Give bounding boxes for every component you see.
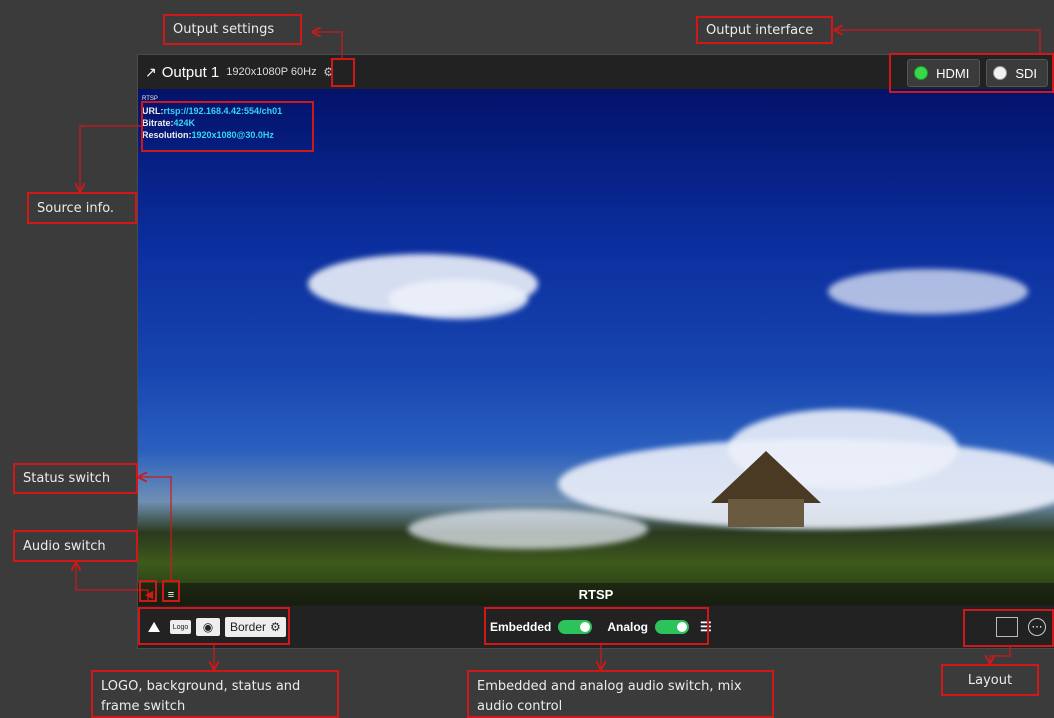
source-resolution-row: Resolution:1920x1080@30.0Hz xyxy=(142,129,282,141)
layout-single-icon[interactable] xyxy=(996,617,1018,637)
background-image-icon[interactable]: ⛰ xyxy=(143,617,165,637)
callout-display-tools-text: LOGO, background, status and frame switc… xyxy=(101,677,300,717)
cloud xyxy=(388,279,528,319)
cloud xyxy=(408,509,648,549)
callout-audio-tools-text: Embedded and analog audio switch, mix au… xyxy=(477,677,742,717)
output-resolution: 1920x1080P 60Hz xyxy=(226,66,317,78)
source-bitrate-row: Bitrate:424K xyxy=(142,117,282,129)
output-panel: ↗︎ Output 1 1920x1080P 60Hz ⚙ HDMI SDI R… xyxy=(137,54,1054,649)
source-bitrate: 424K xyxy=(173,118,196,128)
sdi-button[interactable]: SDI xyxy=(986,59,1048,87)
audio-speaker-icon[interactable]: ◀ xyxy=(143,589,155,601)
callout-display-tools-line1: LOGO, background, status and xyxy=(101,679,301,694)
connector-source-info xyxy=(80,125,141,190)
analog-audio-toggle[interactable] xyxy=(655,620,690,634)
embedded-audio-toggle[interactable] xyxy=(558,620,593,634)
callout-status-switch: Status switch xyxy=(13,463,138,494)
source-resolution-label: Resolution: xyxy=(142,130,192,140)
callout-audio-tools-line1: Embedded and analog audio switch, mix xyxy=(477,679,742,694)
output-external-icon[interactable]: ↗︎ xyxy=(145,64,157,81)
callout-source-info: Source info. xyxy=(27,192,137,224)
source-bitrate-label: Bitrate: xyxy=(142,118,174,128)
callout-audio-tools: Embedded and analog audio switch, mix au… xyxy=(467,670,774,718)
hdmi-label: HDMI xyxy=(936,65,970,81)
output-settings-gear-icon[interactable]: ⚙ xyxy=(322,65,336,79)
source-url: rtsp://192.168.4.42:554/ch01 xyxy=(163,106,283,116)
hdmi-button[interactable]: HDMI xyxy=(907,59,981,87)
output-title: Output 1 xyxy=(161,63,220,81)
callout-display-tools: LOGO, background, status and frame switc… xyxy=(91,670,339,718)
connector-layout xyxy=(990,647,1011,662)
hut-body xyxy=(728,499,804,527)
audio-tools: Embedded Analog ☰ xyxy=(490,619,712,635)
source-type-small: RTSP xyxy=(142,96,158,102)
border-gear-icon: ⚙ xyxy=(270,620,281,634)
source-url-row: URL:rtsp://192.168.4.42:554/ch01 xyxy=(142,105,282,117)
layout-tools: ⋯ xyxy=(996,617,1046,637)
cloud xyxy=(828,269,1028,314)
video-preview[interactable]: RTSP URL:rtsp://192.168.4.42:554/ch01 Bi… xyxy=(138,89,1054,605)
callout-audio-switch: Audio switch xyxy=(13,530,138,562)
source-type-bar: RTSP xyxy=(138,583,1054,605)
source-type-label: RTSP xyxy=(578,586,614,602)
source-info: RTSP URL:rtsp://192.168.4.42:554/ch01 Bi… xyxy=(142,93,282,141)
hdmi-status-dot xyxy=(914,66,929,80)
status-list-icon[interactable]: ≡ xyxy=(165,589,177,601)
hut-roof xyxy=(711,451,821,503)
output-toolbar: ⛰ Logo ◉ Border ⚙ Embedded Analog ☰ ⋯ xyxy=(138,606,1054,648)
display-tools: ⛰ Logo ◉ Border ⚙ xyxy=(143,617,286,637)
source-url-label: URL: xyxy=(142,106,164,116)
callout-layout: Layout xyxy=(941,664,1039,696)
callout-audio-tools-line2: audio control xyxy=(477,699,563,714)
more-options-icon[interactable]: ⋯ xyxy=(1028,618,1046,636)
border-button[interactable]: Border ⚙ xyxy=(225,617,286,637)
callout-output-settings: Output settings xyxy=(163,14,302,45)
output-title-group: ↗︎ Output 1 1920x1080P 60Hz ⚙ xyxy=(145,64,336,81)
embedded-label: Embedded xyxy=(490,620,552,634)
callout-display-tools-line2: frame switch xyxy=(101,699,186,714)
connector-interface xyxy=(836,30,1041,53)
analog-label: Analog xyxy=(607,620,649,634)
sdi-status-dot xyxy=(993,66,1008,80)
logo-button[interactable]: Logo xyxy=(170,620,191,634)
status-eye-icon[interactable]: ◉ xyxy=(196,618,220,636)
callout-output-interface: Output interface xyxy=(696,16,833,44)
output-header: ↗︎ Output 1 1920x1080P 60Hz ⚙ HDMI SDI xyxy=(138,55,1054,89)
border-label: Border xyxy=(230,620,267,634)
sdi-label: SDI xyxy=(1015,65,1037,81)
output-interface-group: HDMI SDI xyxy=(907,59,1048,87)
source-resolution: 1920x1080@30.0Hz xyxy=(191,130,274,140)
mix-sliders-icon[interactable]: ☰ xyxy=(700,619,712,635)
